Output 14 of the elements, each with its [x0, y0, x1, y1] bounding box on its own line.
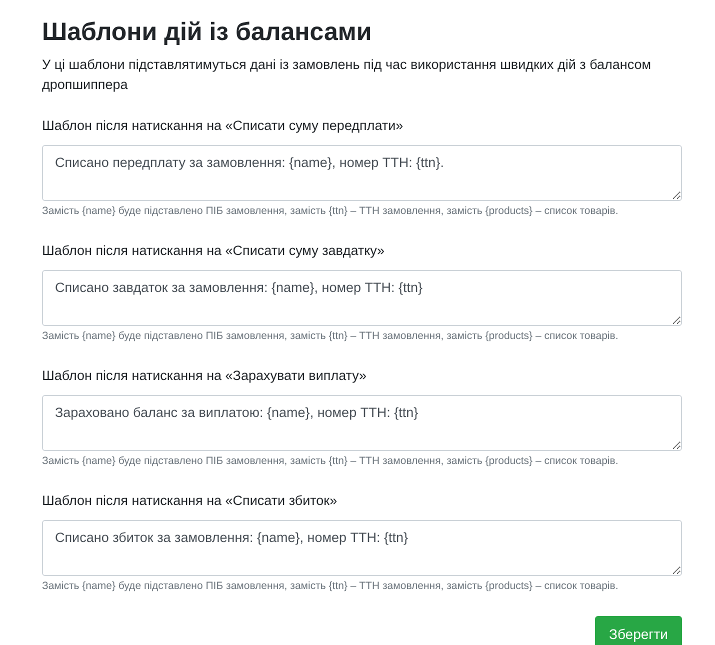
field-label: Шаблон після натискання на «Зарахувати виплату»	[42, 367, 368, 386]
page-description: У ці шаблони підставлятимуться дані із замовлень під час використання швидких дій з балансом дропшиппера	[42, 56, 652, 94]
field-label: Шаблон після натискання на «Списати збиток»	[42, 492, 338, 510]
page-title: Шаблони дій із балансами	[42, 17, 373, 48]
template-field[interactable]: Списано завдаток за замовлення: {name}, номер ТТН: {ttn}	[42, 270, 682, 326]
help-text: Замість {name} буде підставлено ПІБ замовлення, замість {ttn} – ТТН замовлення, замість {products} – список товарів.	[42, 578, 620, 594]
help-text: Замість {name} буде підставлено ПІБ замовлення, замість {ttn} – ТТН замовлення, замість {products} – список товарів.	[42, 454, 620, 469]
template-field[interactable]: Списано передплату за замовлення: {name}, номер ТТН: {ttn}.	[42, 144, 682, 201]
help-text: Замість {name} буде підставлено ПІБ замовлення, замість {ttn} – ТТН замовлення, замість {products} – список товарів.	[42, 204, 620, 219]
help-text: Замість {name} буде підставлено ПІБ замовлення, замість {ttn} – ТТН замовлення, замість {products} – список товарів.	[42, 328, 620, 344]
field-label: Шаблон після натискання на «Списати суму передплати»	[42, 117, 404, 136]
template-field[interactable]: Списано збиток за замовлення: {name}, номер ТТН: {ttn}	[42, 520, 682, 576]
template-field[interactable]: Зараховано баланс за виплатою: {name}, номер ТТН: {ttn}	[42, 394, 682, 451]
field-label: Шаблон після натискання на «Списати суму завдатку»	[42, 242, 386, 260]
